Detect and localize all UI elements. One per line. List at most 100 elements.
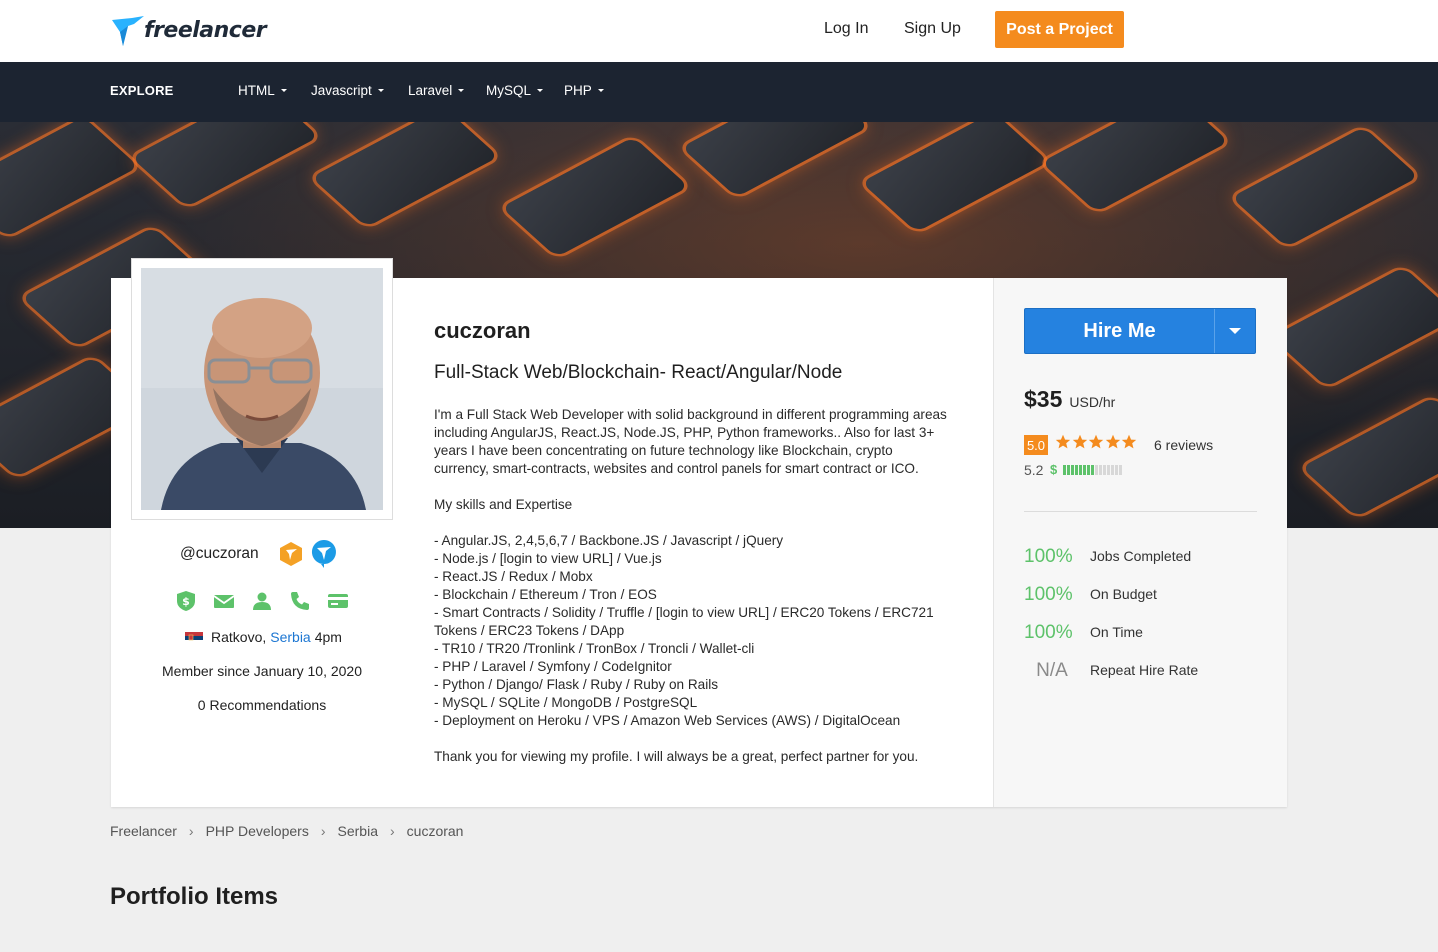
earnings-meter-segment [1071, 465, 1074, 475]
hourly-rate: $35 USD/hr [1024, 386, 1115, 413]
star-rating [1055, 434, 1138, 450]
email-verified-icon[interactable] [213, 590, 235, 612]
profile-photo [141, 268, 383, 510]
earnings-meter [1063, 465, 1123, 475]
banner-keycap [311, 122, 499, 228]
explore-bar: EXPLORE HTML Javascript Laravel MySQL PH… [0, 62, 1438, 122]
earnings-meter-segment [1103, 465, 1106, 475]
repeat-hire-rate-value: N/A [1036, 660, 1068, 681]
divider [1024, 511, 1257, 512]
recommendations-count[interactable]: 0 Recommendations [111, 697, 413, 713]
caret-down-icon [458, 89, 465, 92]
portfolio-title: Portfolio Items [110, 883, 279, 910]
member-since: Member since January 10, 2020 [162, 663, 362, 679]
explore-item-label: PHP [564, 83, 592, 98]
post-project-button[interactable]: Post a Project [995, 11, 1124, 48]
payment-verified-icon[interactable]: $ [175, 590, 197, 612]
earnings-meter-segment [1079, 465, 1082, 475]
explore-javascript[interactable]: Javascript [311, 83, 384, 98]
avatar-frame [131, 258, 393, 520]
earnings-meter-segment [1099, 465, 1102, 475]
repeat-hire-rate-label: Repeat Hire Rate [1090, 662, 1199, 678]
earnings-meter-segment [1075, 465, 1078, 475]
explore-item-label: Laravel [408, 83, 453, 98]
dollar-icon: $ [1050, 462, 1058, 477]
earnings-score: 5.2 [1024, 462, 1044, 478]
banner-keycap [681, 122, 869, 198]
earnings-meter-segment [1119, 465, 1122, 475]
star-icon [1088, 434, 1104, 449]
jobs-completed-label: Jobs Completed [1090, 548, 1192, 564]
star-icon [1121, 434, 1137, 449]
explore-mysql[interactable]: MySQL [486, 83, 544, 98]
location-city: Ratkovo, [211, 629, 267, 645]
breadcrumb-freelancer[interactable]: Freelancer [110, 823, 177, 839]
earnings-meter-segment [1063, 465, 1066, 475]
logo-text: freelancer [144, 17, 267, 43]
explore-laravel[interactable]: Laravel [408, 83, 465, 98]
card-verified-icon[interactable] [327, 590, 349, 612]
avatar[interactable] [141, 268, 383, 510]
on-time-label: On Time [1090, 624, 1143, 640]
login-link[interactable]: Log In [824, 20, 868, 38]
location: Ratkovo, Serbia 4pm [185, 629, 342, 645]
preferred-freelancer-badge-icon[interactable] [278, 541, 304, 567]
banner-keycap [0, 122, 139, 238]
banner-keycap [1271, 266, 1438, 388]
hire-me-label[interactable]: Hire Me [1025, 309, 1215, 353]
rate-amount: $35 [1024, 386, 1063, 412]
star-icon [1105, 434, 1120, 449]
breadcrumb-php-developers[interactable]: PHP Developers [206, 823, 309, 839]
rate-unit: USD/hr [1069, 394, 1116, 410]
on-budget-value: 100% [1024, 584, 1073, 605]
earnings-meter-segment [1115, 465, 1118, 475]
explore-item-label: HTML [238, 83, 275, 98]
local-time: 4pm [314, 629, 342, 645]
banner-keycap [861, 122, 1049, 233]
earnings-meter-segment [1087, 465, 1090, 475]
earnings-meter-segment [1111, 465, 1114, 475]
earnings-meter-segment [1067, 465, 1070, 475]
explore-php[interactable]: PHP [564, 83, 604, 98]
phone-verified-icon[interactable] [289, 590, 311, 612]
earnings-meter-segment [1095, 465, 1098, 475]
jobs-completed-value: 100% [1024, 546, 1073, 567]
freelancer-logo[interactable]: freelancer [110, 12, 267, 48]
caret-down-icon [280, 89, 287, 92]
breadcrumb: Freelancer › PHP Developers › Serbia › c… [110, 823, 463, 839]
rating-score: 5.0 [1024, 435, 1048, 455]
serbia-flag-icon [185, 631, 203, 644]
profile-name: cuczoran [434, 318, 531, 343]
breadcrumb-separator: › [389, 823, 395, 839]
hire-options-dropdown[interactable] [1215, 309, 1255, 353]
caret-down-icon [377, 89, 384, 92]
explore-item-label: Javascript [311, 83, 372, 98]
banner-keycap [1301, 396, 1438, 518]
signup-link[interactable]: Sign Up [904, 20, 961, 38]
caret-down-icon [597, 89, 604, 92]
banner-keycap [501, 136, 689, 258]
explore-html[interactable]: HTML [238, 83, 287, 98]
earnings-meter-segment [1107, 465, 1110, 475]
breadcrumb-separator: › [188, 823, 194, 839]
top-header: freelancer Log In Sign Up Post a Project [0, 0, 1438, 62]
hire-panel [993, 278, 1287, 807]
breadcrumb-serbia[interactable]: Serbia [338, 823, 378, 839]
location-country-link[interactable]: Serbia [270, 629, 310, 645]
banner-keycap [1231, 126, 1419, 248]
earnings-meter-segment [1091, 465, 1094, 475]
on-time-value: 100% [1024, 622, 1073, 643]
banner-keycap [131, 122, 319, 208]
breadcrumb-separator: › [320, 823, 326, 839]
banner-keycap [1041, 122, 1229, 213]
verified-bird-badge-icon[interactable] [311, 539, 337, 569]
breadcrumb-current: cuczoran [406, 823, 464, 839]
star-icon [1072, 434, 1087, 449]
svg-text:$: $ [182, 595, 190, 608]
earnings-meter-segment [1083, 465, 1086, 475]
freelancer-bird-icon [112, 16, 144, 46]
explore-label: EXPLORE [110, 83, 174, 98]
reviews-count[interactable]: 6 reviews [1154, 437, 1213, 453]
hire-me-button[interactable]: Hire Me [1024, 308, 1256, 354]
identity-verified-icon[interactable] [251, 590, 273, 612]
